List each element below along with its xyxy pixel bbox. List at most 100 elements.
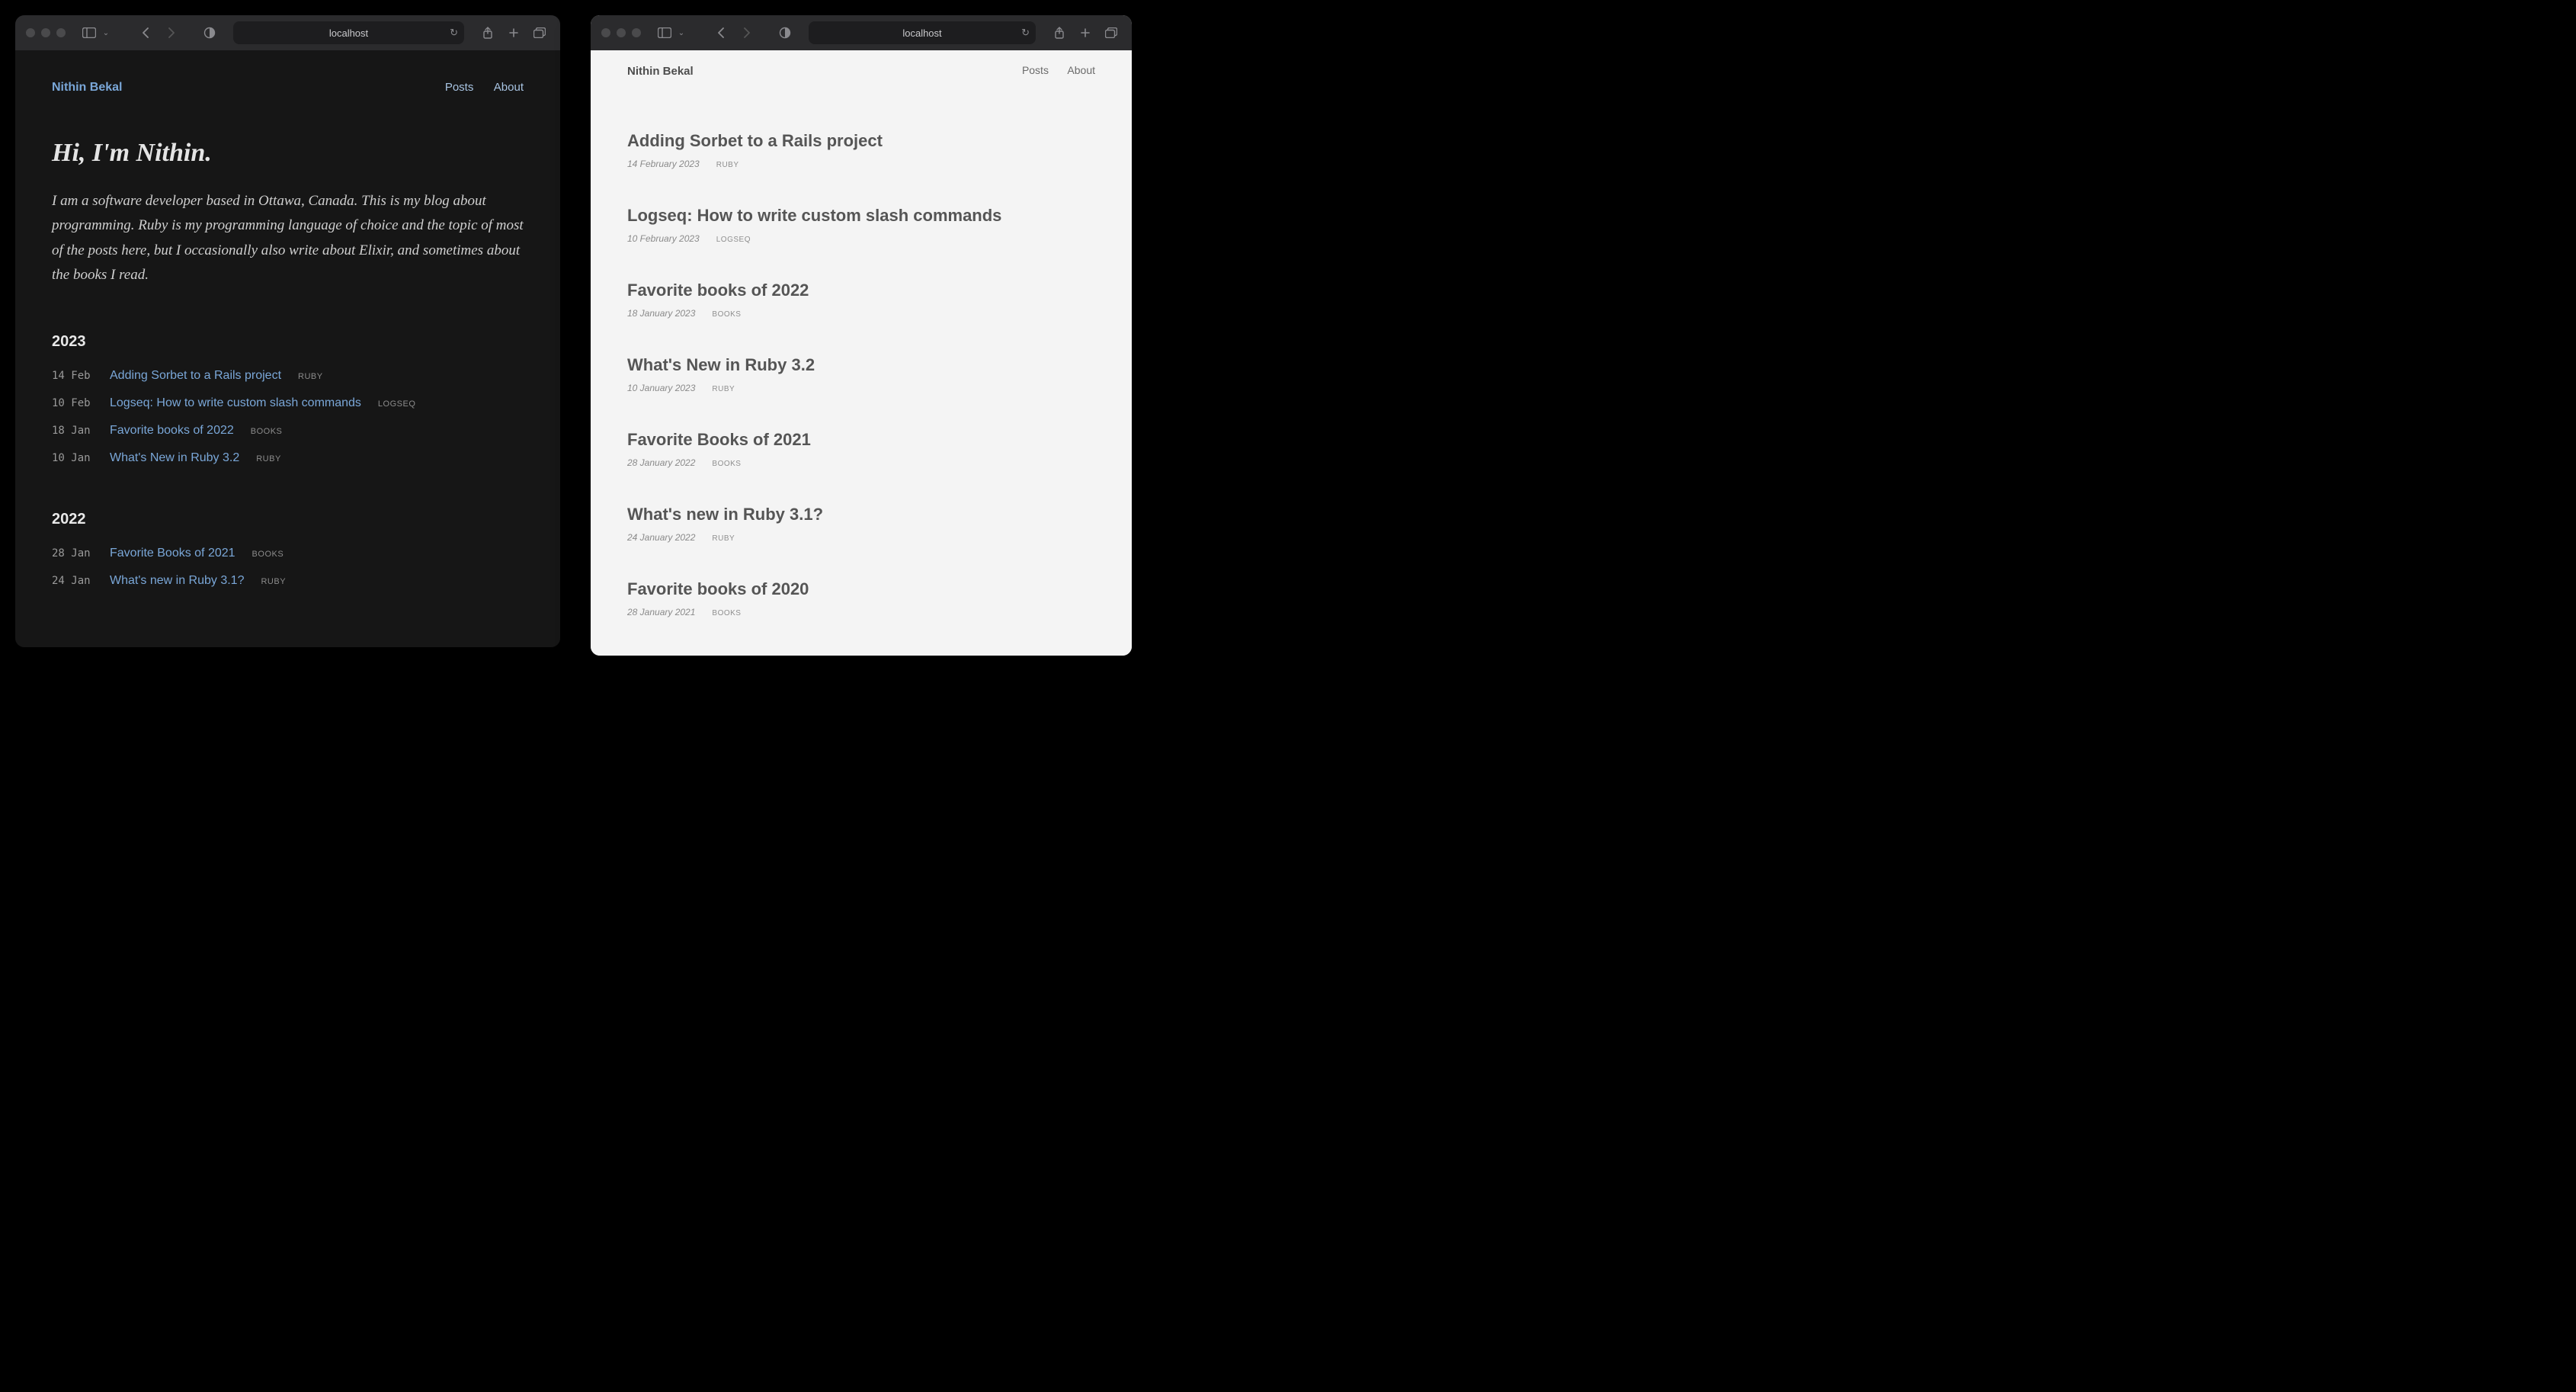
shield-icon[interactable] <box>200 23 219 43</box>
address-text: localhost <box>329 27 368 39</box>
post-tag[interactable]: RUBY <box>256 454 281 463</box>
post-tag[interactable]: RUBY <box>298 372 323 381</box>
post-tag[interactable]: BOOKS <box>712 609 741 617</box>
post-tag[interactable]: BOOKS <box>712 460 741 468</box>
post-link[interactable]: Logseq: How to write custom slash comman… <box>627 206 1001 225</box>
nav-posts[interactable]: Posts <box>445 81 474 94</box>
address-bar[interactable]: localhost ↻ <box>809 21 1036 44</box>
reload-icon[interactable]: ↻ <box>1021 27 1030 39</box>
page-content-dark: Nithin Bekal Posts About Hi, I'm Nithin.… <box>15 50 560 647</box>
post-date: 28 January 2022 <box>627 457 695 468</box>
post-tag[interactable]: BOOKS <box>251 427 283 436</box>
back-button[interactable] <box>711 23 731 43</box>
new-tab-icon[interactable] <box>504 23 524 43</box>
traffic-close[interactable] <box>601 28 610 37</box>
traffic-zoom[interactable] <box>56 28 66 37</box>
traffic-minimize[interactable] <box>617 28 626 37</box>
address-bar[interactable]: localhost ↻ <box>233 21 464 44</box>
share-icon[interactable] <box>1049 23 1069 43</box>
site-nav: Nithin Bekal Posts About <box>627 64 1095 78</box>
post-link[interactable]: What's new in Ruby 3.1? <box>110 574 244 588</box>
post-block: Logseq: How to write custom slash comman… <box>627 206 1095 244</box>
browser-window-light: ⌄ localhost ↻ Nithin Bekal Posts <box>591 15 1132 656</box>
hero-body: I am a software developer based in Ottaw… <box>52 189 524 287</box>
year-heading-2022: 2022 <box>52 511 524 528</box>
post-link[interactable]: What's New in Ruby 3.2 <box>110 451 239 465</box>
post-link[interactable]: Favorite Books of 2021 <box>110 547 235 560</box>
post-row: 24 Jan What's new in Ruby 3.1? RUBY <box>52 574 524 588</box>
hero-heading: Hi, I'm Nithin. <box>52 139 524 168</box>
tabs-overview-icon[interactable] <box>1101 23 1121 43</box>
post-block: Favorite books of 2020 28 January 2021 B… <box>627 579 1095 617</box>
post-link[interactable]: Logseq: How to write custom slash comman… <box>110 396 361 410</box>
traffic-zoom[interactable] <box>632 28 641 37</box>
post-row: 10 Jan What's New in Ruby 3.2 RUBY <box>52 451 524 465</box>
browser-toolbar: ⌄ localhost ↻ <box>591 15 1132 50</box>
post-date: 10 February 2023 <box>627 233 700 244</box>
post-row: 14 Feb Adding Sorbet to a Rails project … <box>52 369 524 383</box>
post-link[interactable]: What's new in Ruby 3.1? <box>627 505 823 524</box>
post-date: 10 Feb <box>52 397 96 409</box>
traffic-lights <box>26 28 66 37</box>
post-link[interactable]: Favorite books of 2022 <box>110 424 234 438</box>
post-date: 14 February 2023 <box>627 159 700 169</box>
post-link[interactable]: Favorite Books of 2021 <box>627 430 811 449</box>
post-date: 14 Feb <box>52 370 96 382</box>
post-tag[interactable]: BOOKS <box>252 550 284 559</box>
post-date: 10 January 2023 <box>627 383 695 393</box>
post-block: What's new in Ruby 3.1? 24 January 2022 … <box>627 505 1095 543</box>
post-date: 28 Jan <box>52 547 96 560</box>
post-row: 10 Feb Logseq: How to write custom slash… <box>52 396 524 410</box>
nav-about[interactable]: About <box>494 81 524 94</box>
post-link[interactable]: Adding Sorbet to a Rails project <box>627 131 883 150</box>
brand-link[interactable]: Nithin Bekal <box>52 81 122 95</box>
nav-posts[interactable]: Posts <box>1022 64 1049 76</box>
share-icon[interactable] <box>478 23 498 43</box>
post-date: 24 Jan <box>52 575 96 587</box>
nav-links: Posts About <box>428 81 524 95</box>
post-date: 18 January 2023 <box>627 308 695 319</box>
forward-button[interactable] <box>162 23 181 43</box>
post-tag[interactable]: RUBY <box>261 577 286 586</box>
page-content-light: Nithin Bekal Posts About Adding Sorbet t… <box>591 50 1132 656</box>
browser-window-dark: ⌄ localhost ↻ Nithin Bekal Posts <box>15 15 560 647</box>
reload-icon[interactable]: ↻ <box>450 27 458 39</box>
nav-about[interactable]: About <box>1067 64 1095 76</box>
shield-icon[interactable] <box>775 23 795 43</box>
traffic-minimize[interactable] <box>41 28 50 37</box>
nav-links: Posts About <box>1007 64 1095 78</box>
tabs-overview-icon[interactable] <box>530 23 549 43</box>
post-tag[interactable]: BOOKS <box>712 310 741 319</box>
post-link[interactable]: What's New in Ruby 3.2 <box>627 355 815 374</box>
site-nav: Nithin Bekal Posts About <box>52 81 524 95</box>
post-tag[interactable]: RUBY <box>716 161 739 169</box>
post-link[interactable]: Favorite books of 2022 <box>627 281 809 300</box>
post-date: 24 January 2022 <box>627 532 695 543</box>
sidebar-dropdown-icon[interactable]: ⌄ <box>671 23 691 43</box>
year-heading-2023: 2023 <box>52 333 524 351</box>
forward-button[interactable] <box>737 23 757 43</box>
address-text: localhost <box>902 27 941 39</box>
post-date: 18 Jan <box>52 425 96 437</box>
post-link[interactable]: Adding Sorbet to a Rails project <box>110 369 281 383</box>
post-link[interactable]: Favorite books of 2020 <box>627 579 809 598</box>
sidebar-dropdown-icon[interactable]: ⌄ <box>96 23 116 43</box>
traffic-close[interactable] <box>26 28 35 37</box>
brand-link[interactable]: Nithin Bekal <box>627 65 694 78</box>
back-button[interactable] <box>136 23 155 43</box>
post-tag[interactable]: LOGSEQ <box>378 399 415 409</box>
post-block: Favorite Books of 2021 28 January 2022 B… <box>627 430 1095 468</box>
post-tag[interactable]: RUBY <box>712 385 735 393</box>
traffic-lights <box>601 28 641 37</box>
post-row: 28 Jan Favorite Books of 2021 BOOKS <box>52 547 524 560</box>
post-tag[interactable]: LOGSEQ <box>716 236 751 244</box>
post-block: Adding Sorbet to a Rails project 14 Febr… <box>627 131 1095 169</box>
post-block: What's New in Ruby 3.2 10 January 2023 R… <box>627 355 1095 393</box>
new-tab-icon[interactable] <box>1075 23 1095 43</box>
post-block: Favorite books of 2022 18 January 2023 B… <box>627 281 1095 319</box>
post-tag[interactable]: RUBY <box>712 534 735 543</box>
browser-toolbar: ⌄ localhost ↻ <box>15 15 560 50</box>
hero: Hi, I'm Nithin. I am a software develope… <box>52 139 524 287</box>
post-date: 28 January 2021 <box>627 607 695 617</box>
post-row: 18 Jan Favorite books of 2022 BOOKS <box>52 424 524 438</box>
